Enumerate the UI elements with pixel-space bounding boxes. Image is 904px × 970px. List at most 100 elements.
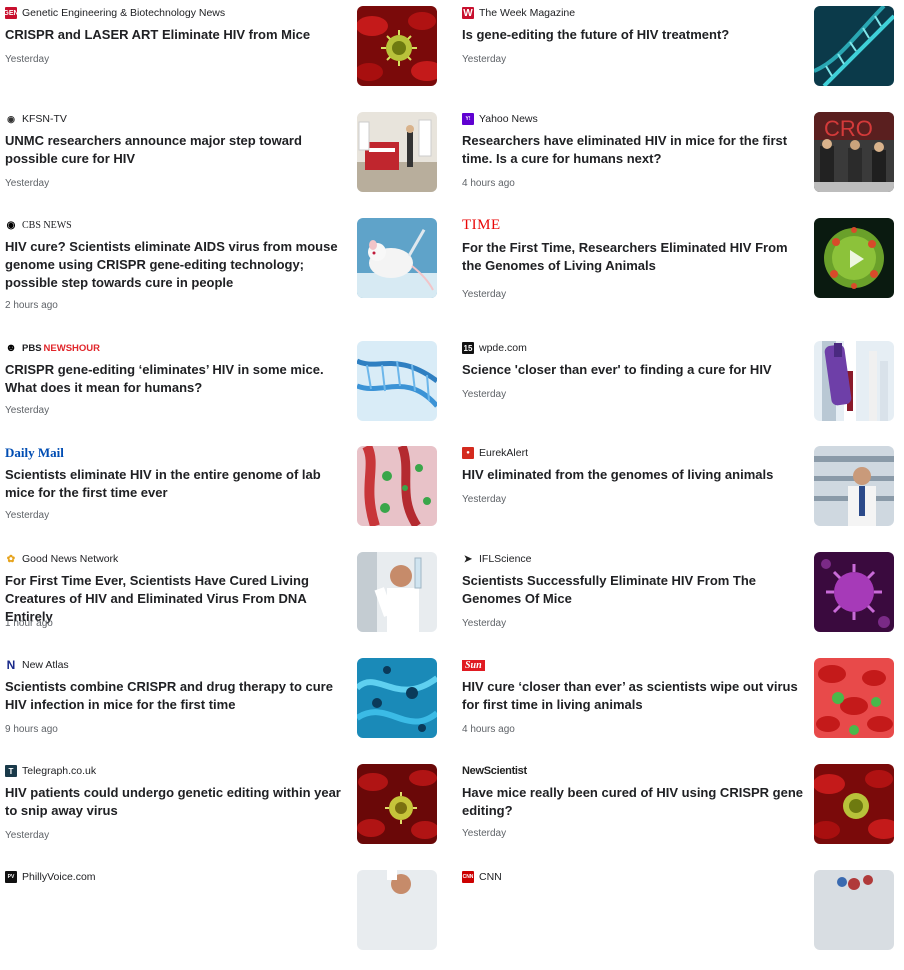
news-card[interactable]: T Telegraph.co.uk HIV patients could und… — [5, 764, 442, 864]
thumbnail-image[interactable] — [357, 552, 437, 632]
source-name: TIME — [462, 216, 501, 233]
timestamp: Yesterday — [5, 178, 50, 189]
source-row: TIME — [462, 216, 501, 233]
news-card[interactable]: TIME For the First Time, Researchers Eli… — [462, 216, 899, 318]
timestamp: Yesterday — [5, 510, 50, 521]
thumbnail-image[interactable] — [357, 870, 437, 950]
news-card[interactable]: ✿ Good News Network For First Time Ever,… — [5, 552, 442, 652]
thumbnail-image[interactable] — [357, 112, 437, 192]
headline-link[interactable]: CRISPR gene-editing ‘eliminates’ HIV in … — [5, 361, 348, 397]
source-row: ✿ Good News Network — [5, 552, 118, 566]
source-name: PhillyVoice.com — [22, 871, 96, 883]
timestamp: Yesterday — [462, 54, 507, 65]
headline-link[interactable]: For the First Time, Researchers Eliminat… — [462, 239, 805, 275]
thumbnail-image[interactable] — [814, 552, 894, 632]
headline-link[interactable]: Is gene-editing the future of HIV treatm… — [462, 26, 805, 44]
thumbnail-image[interactable] — [814, 446, 894, 526]
thumbnail-image[interactable] — [814, 6, 894, 86]
thumbnail-image[interactable] — [357, 218, 437, 298]
timestamp: Yesterday — [462, 289, 507, 300]
thumbnail-image[interactable] — [814, 658, 894, 738]
good-news-logo-icon: ✿ — [5, 553, 17, 565]
headline-link[interactable]: HIV cure? Scientists eliminate AIDS viru… — [5, 238, 348, 292]
source-row: Sun — [462, 658, 485, 672]
source-name: wpde.com — [479, 342, 527, 354]
kfsn-logo-icon: ◉ — [5, 113, 17, 125]
source-row: Y! Yahoo News — [462, 112, 538, 126]
timestamp: Yesterday — [462, 828, 507, 839]
thumbnail-image[interactable] — [357, 764, 437, 844]
headline-link[interactable]: Scientists Successfully Eliminate HIV Fr… — [462, 572, 805, 608]
cbs-eye-logo-icon: ◉ — [5, 219, 17, 231]
thumbnail-image[interactable] — [357, 446, 437, 526]
thumbnail-image[interactable] — [357, 658, 437, 738]
news-card[interactable]: ☻ PBS NEWSHOUR CRISPR gene-editing ‘elim… — [5, 341, 442, 441]
thumbnail-image[interactable] — [357, 6, 437, 86]
thumbnail-image[interactable] — [814, 764, 894, 844]
timestamp: 4 hours ago — [462, 724, 515, 735]
news-card[interactable]: ➤ IFLScience Scientists Successfully Eli… — [462, 552, 899, 652]
timestamp: 4 hours ago — [462, 178, 515, 189]
thumbnail-image[interactable] — [814, 870, 894, 950]
rocket-icon: ➤ — [462, 553, 474, 565]
source-name: CBS NEWS — [22, 219, 72, 231]
thumbnail-image[interactable] — [814, 341, 894, 421]
headline-link[interactable]: HIV eliminated from the genomes of livin… — [462, 466, 805, 484]
headline-link[interactable]: Scientists eliminate HIV in the entire g… — [5, 466, 348, 502]
source-name: EurekAlert — [479, 447, 529, 459]
news-card[interactable]: N New Atlas Scientists combine CRISPR an… — [5, 658, 442, 758]
headline-link[interactable]: For First Time Ever, Scientists Have Cur… — [5, 572, 348, 626]
news-card[interactable]: ◉ KFSN-TV UNMC researchers announce majo… — [5, 112, 442, 212]
pbs-label: PBS — [22, 342, 42, 354]
source-row: T Telegraph.co.uk — [5, 764, 96, 778]
source-name: Sun — [462, 659, 485, 671]
source-row: ● EurekAlert — [462, 446, 528, 460]
timestamp: 2 hours ago — [5, 300, 58, 311]
source-row: ➤ IFLScience — [462, 552, 532, 566]
news-card[interactable]: ◉ CBS NEWS HIV cure? Scientists eliminat… — [5, 218, 442, 318]
timestamp: Yesterday — [5, 405, 50, 416]
headline-link[interactable]: CRISPR and LASER ART Eliminate HIV from … — [5, 26, 348, 44]
news-card[interactable]: GEN Genetic Engineering & Biotechnology … — [5, 6, 442, 106]
news-card[interactable]: ● EurekAlert HIV eliminated from the gen… — [462, 446, 899, 546]
headline-link[interactable]: UNMC researchers announce major step tow… — [5, 132, 348, 168]
headline-link[interactable]: Science 'closer than ever' to finding a … — [462, 361, 805, 379]
phillyvoice-logo-icon: PV — [5, 871, 17, 883]
source-row: ◉ KFSN-TV — [5, 112, 67, 126]
news-card[interactable]: Daily Mail Scientists eliminate HIV in t… — [5, 445, 442, 546]
thumbnail-image[interactable] — [814, 218, 894, 298]
headline-link[interactable]: Researchers have eliminated HIV in mice … — [462, 132, 805, 168]
eurekalert-logo-icon: ● — [462, 447, 474, 459]
timestamp: Yesterday — [5, 54, 50, 65]
timestamp: 9 hours ago — [5, 724, 58, 735]
cnn-logo-icon: CNN — [462, 871, 474, 883]
source-name: New Atlas — [22, 659, 69, 671]
news-card[interactable]: Sun HIV cure ‘closer than ever’ as scien… — [462, 658, 899, 758]
pbs-logo-icon: ☻ — [5, 342, 17, 354]
news-card[interactable]: NewScientist Have mice really been cured… — [462, 764, 899, 864]
thumbnail-image[interactable]: CRO — [814, 112, 894, 192]
news-card[interactable]: PV PhillyVoice.com — [5, 870, 442, 970]
headline-link[interactable]: Scientists combine CRISPR and drug thera… — [5, 678, 348, 714]
news-card[interactable]: CNN CNN — [462, 870, 899, 970]
timestamp: Yesterday — [462, 618, 507, 629]
news-card[interactable]: Y! Yahoo News Researchers have eliminate… — [462, 112, 899, 212]
thumbnail-image[interactable] — [357, 341, 437, 421]
source-row: ◉ CBS NEWS — [5, 218, 72, 232]
source-logo-icon: GEN — [5, 7, 17, 19]
source-name: Yahoo News — [479, 113, 538, 125]
source-row: W The Week Magazine — [462, 6, 575, 20]
headline-link[interactable]: HIV cure ‘closer than ever’ as scientist… — [462, 678, 805, 714]
source-name: Telegraph.co.uk — [22, 765, 97, 777]
headline-link[interactable]: HIV patients could undergo genetic editi… — [5, 784, 348, 820]
news-card[interactable]: W The Week Magazine Is gene-editing the … — [462, 6, 899, 106]
source-name: Good News Network — [22, 553, 119, 565]
source-name: KFSN-TV — [22, 113, 67, 125]
new-atlas-logo-icon: N — [5, 659, 17, 671]
wpde-logo-icon: 15 — [462, 342, 474, 354]
source-row: ☻ PBS NEWSHOUR — [5, 341, 100, 355]
headline-link[interactable]: Have mice really been cured of HIV using… — [462, 784, 805, 820]
source-name: Daily Mail — [5, 445, 64, 460]
timestamp: Yesterday — [462, 389, 507, 400]
news-card[interactable]: 15 wpde.com Science 'closer than ever' t… — [462, 341, 899, 441]
